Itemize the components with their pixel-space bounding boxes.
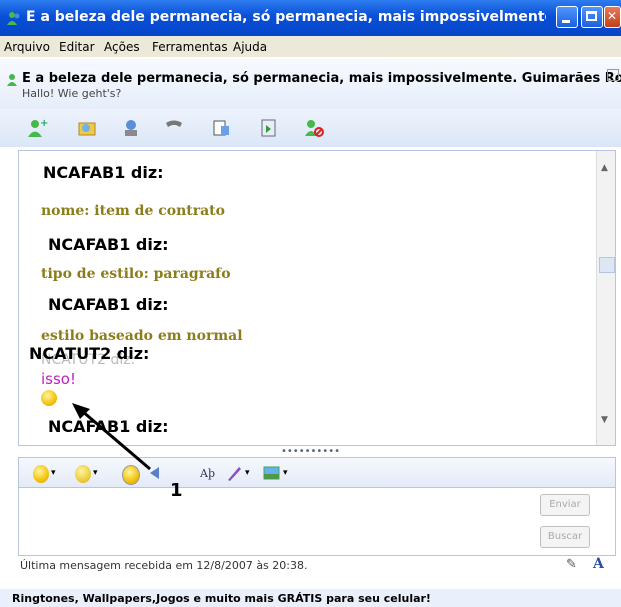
chat-scrollbar[interactable]: ▲ ▼ xyxy=(596,151,615,445)
close-button[interactable] xyxy=(604,6,621,28)
message-text: nome: item de contrato xyxy=(41,203,225,219)
send-files-icon[interactable] xyxy=(76,117,98,139)
contact-name: E a beleza dele permanecia, só permaneci… xyxy=(22,71,621,86)
minimize-button[interactable] xyxy=(556,6,578,28)
background-brush-icon[interactable] xyxy=(225,464,245,482)
menu-acoes[interactable]: Ações xyxy=(104,40,140,54)
contact-header: E a beleza dele permanecia, só permaneci… xyxy=(0,59,621,109)
maximize-button[interactable] xyxy=(581,6,603,28)
nudge-icon[interactable] xyxy=(122,465,140,485)
messenger-icon xyxy=(7,12,20,25)
chevron-down-icon[interactable]: ▾ xyxy=(283,468,288,486)
scroll-down-icon[interactable]: ▼ xyxy=(601,415,608,425)
window-title: E a beleza dele permanecia, só permaneci… xyxy=(26,9,546,25)
call-icon[interactable] xyxy=(163,117,185,139)
games-icon[interactable] xyxy=(258,117,280,139)
message-sender: NCATUT2 diz: xyxy=(29,344,150,363)
chevron-down-icon[interactable]: ▾ xyxy=(51,468,56,486)
activities-icon[interactable] xyxy=(211,117,233,139)
video-call-icon[interactable] xyxy=(120,117,142,139)
wink-menu-icon[interactable] xyxy=(75,465,91,483)
message-sender: NCAFAB1 diz: xyxy=(43,163,164,182)
ad-text[interactable]: Ringtones, Wallpapers,Jogos e muito mais… xyxy=(12,592,431,605)
conversation-toolbar: + xyxy=(0,109,621,147)
invite-contact-icon[interactable]: + xyxy=(26,117,48,139)
message-sender: NCAFAB1 diz: xyxy=(48,417,169,436)
menu-ferramentas[interactable]: Ferramentas xyxy=(152,40,228,54)
message-text: tipo de estilo: paragrafo xyxy=(41,266,231,282)
search-button[interactable]: Buscar xyxy=(540,526,590,548)
typing-mode-icon[interactable]: A xyxy=(593,556,604,572)
contact-panel-toggle[interactable] xyxy=(607,69,619,81)
svg-text:+: + xyxy=(40,118,48,129)
pane-splitter[interactable]: •••••••••• xyxy=(0,445,621,457)
title-bar: E a beleza dele permanecia, só permaneci… xyxy=(0,0,621,36)
splitter-grip-icon: •••••••••• xyxy=(281,446,340,457)
handwriting-icon[interactable]: ✎ xyxy=(566,557,577,572)
scroll-thumb[interactable] xyxy=(599,257,615,273)
block-icon[interactable] xyxy=(303,117,325,139)
smiley-emoticon-icon xyxy=(41,390,57,406)
message-sender: NCAFAB1 diz: xyxy=(48,235,169,254)
ad-banner[interactable]: Ringtones, Wallpapers,Jogos e muito mais… xyxy=(0,589,621,607)
contact-status-message: Hallo! Wie geht's? xyxy=(22,87,122,100)
font-icon[interactable]: Aþ xyxy=(199,464,221,482)
annotation-label: 1 xyxy=(170,480,183,501)
voice-clip-icon[interactable] xyxy=(147,464,167,482)
last-message-status: Última mensagem recebida em 12/8/2007 às… xyxy=(20,559,308,572)
menu-arquivo[interactable]: Arquivo xyxy=(4,40,50,54)
status-bar: Última mensagem recebida em 12/8/2007 às… xyxy=(18,554,614,576)
contact-status-icon xyxy=(7,74,17,86)
scroll-up-icon[interactable]: ▲ xyxy=(601,163,608,173)
message-sender: NCAFAB1 diz: xyxy=(48,295,169,314)
background-image-icon[interactable] xyxy=(262,464,282,482)
format-toolbar: ▾ ▾ Aþ ▾ ▾ xyxy=(18,457,616,488)
chevron-down-icon[interactable]: ▾ xyxy=(245,468,250,486)
svg-text:Aþ: Aþ xyxy=(199,467,215,480)
message-text: isso! xyxy=(41,370,76,388)
menu-editar[interactable]: Editar xyxy=(59,40,95,54)
menu-bar: Arquivo Editar Ações Ferramentas Ajuda xyxy=(0,36,621,57)
emoticon-menu-icon[interactable] xyxy=(33,465,49,483)
message-compose-area[interactable]: Enviar Buscar xyxy=(18,487,616,556)
conversation-history[interactable]: NCAFAB1 diz: nome: item de contrato NCAF… xyxy=(18,150,616,446)
chevron-down-icon[interactable]: ▾ xyxy=(93,468,98,486)
message-text: estilo baseado em normal xyxy=(41,328,243,344)
menu-ajuda[interactable]: Ajuda xyxy=(233,40,267,54)
send-button[interactable]: Enviar xyxy=(540,494,590,516)
